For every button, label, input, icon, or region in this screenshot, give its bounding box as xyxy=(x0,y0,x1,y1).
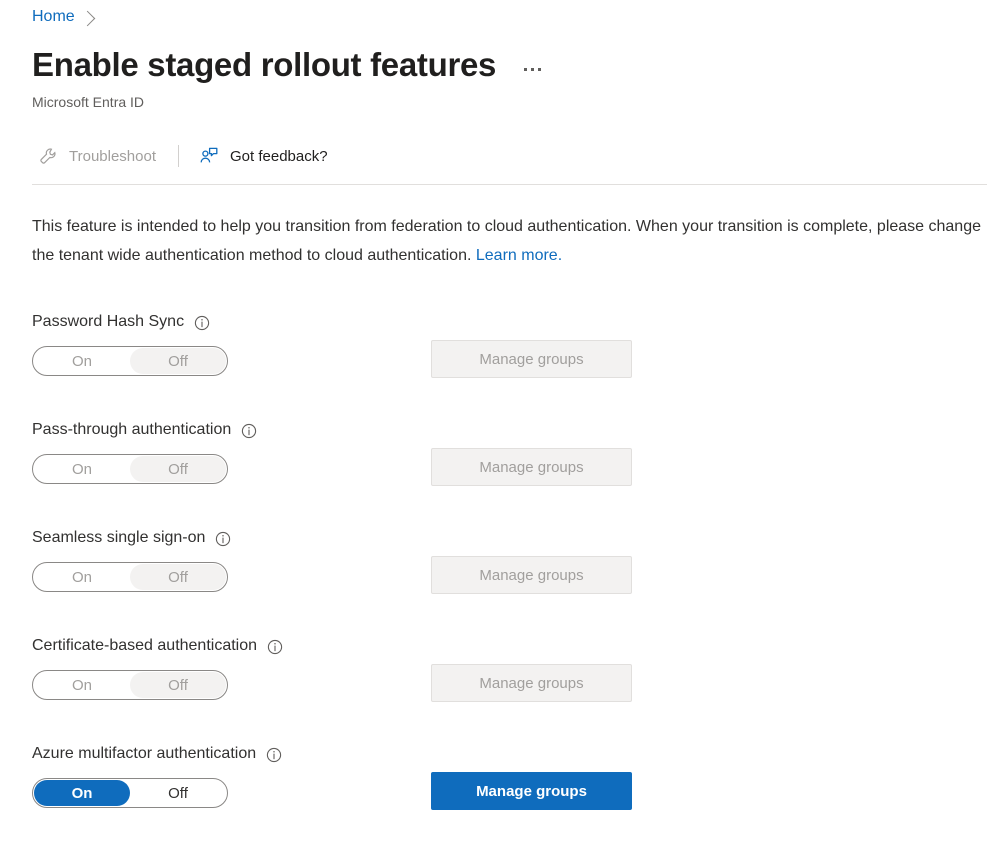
feature-toggle[interactable]: OnOff xyxy=(32,454,228,484)
feature-label: Seamless single sign-on xyxy=(32,527,732,549)
feature-row: Certificate-based authentication OnOff Man… xyxy=(32,635,732,743)
manage-groups-button: Manage groups xyxy=(431,448,632,486)
toggle-option-off[interactable]: Off xyxy=(130,780,226,806)
learn-more-link[interactable]: Learn more. xyxy=(476,247,562,264)
command-bar-divider xyxy=(32,184,987,185)
got-feedback-label: Got feedback? xyxy=(230,148,328,165)
toggle-option-off[interactable]: Off xyxy=(130,348,226,374)
breadcrumb: Home xyxy=(32,6,93,28)
info-icon[interactable] xyxy=(267,639,283,655)
toggle-option-on[interactable]: On xyxy=(34,348,130,374)
feature-row: Password Hash Sync OnOff Manage groups xyxy=(32,311,732,419)
feature-row: Pass-through authentication OnOff Manage g… xyxy=(32,419,732,527)
manage-groups-button: Manage groups xyxy=(431,340,632,378)
toggle-option-on[interactable]: On xyxy=(34,672,130,698)
ellipsis-dot xyxy=(524,68,527,71)
feature-label: Certificate-based authentication xyxy=(32,635,732,657)
feature-name: Seamless single sign-on xyxy=(32,527,205,549)
feature-label: Password Hash Sync xyxy=(32,311,732,333)
feature-name: Certificate-based authentication xyxy=(32,635,257,657)
command-bar: Troubleshoot Got feedback? xyxy=(32,136,338,176)
manage-groups-button: Manage groups xyxy=(431,556,632,594)
wrench-icon xyxy=(38,146,58,166)
toggle-option-on[interactable]: On xyxy=(34,780,130,806)
feature-name: Azure multifactor authentication xyxy=(32,743,256,765)
troubleshoot-label: Troubleshoot xyxy=(69,148,156,165)
feature-label: Pass-through authentication xyxy=(32,419,732,441)
feature-toggle[interactable]: OnOff xyxy=(32,346,228,376)
description-text: This feature is intended to help you tra… xyxy=(32,212,982,270)
toggle-option-off[interactable]: Off xyxy=(130,564,226,590)
troubleshoot-button[interactable]: Troubleshoot xyxy=(32,140,166,172)
toggle-option-on[interactable]: On xyxy=(34,564,130,590)
feature-name: Pass-through authentication xyxy=(32,419,231,441)
toggle-option-off[interactable]: Off xyxy=(130,456,226,482)
toggle-option-on[interactable]: On xyxy=(34,456,130,482)
ellipsis-dot xyxy=(531,68,534,71)
info-icon[interactable] xyxy=(266,747,282,763)
feature-label: Azure multifactor authentication xyxy=(32,743,732,765)
chevron-right-icon xyxy=(79,10,95,26)
info-icon[interactable] xyxy=(215,531,231,547)
got-feedback-button[interactable]: Got feedback? xyxy=(193,140,338,172)
feature-list: Password Hash SyncOnOffManage groupsPass… xyxy=(32,311,732,851)
feature-toggle[interactable]: OnOff xyxy=(32,778,228,808)
title-row: Enable staged rollout features xyxy=(32,44,545,86)
breadcrumb-item-home[interactable]: Home xyxy=(32,6,75,28)
ellipsis-dot xyxy=(538,68,541,71)
feature-name: Password Hash Sync xyxy=(32,311,184,333)
feature-row: Seamless single sign-on OnOff Manage group… xyxy=(32,527,732,635)
feature-toggle[interactable]: OnOff xyxy=(32,670,228,700)
feature-toggle[interactable]: OnOff xyxy=(32,562,228,592)
page-subtitle: Microsoft Entra ID xyxy=(32,92,144,112)
manage-groups-button[interactable]: Manage groups xyxy=(431,772,632,810)
manage-groups-button: Manage groups xyxy=(431,664,632,702)
info-icon[interactable] xyxy=(194,315,210,331)
toggle-option-off[interactable]: Off xyxy=(130,672,226,698)
ellipsis-icon[interactable] xyxy=(520,60,545,79)
person-feedback-icon xyxy=(199,146,219,166)
command-bar-separator xyxy=(178,145,179,167)
info-icon[interactable] xyxy=(241,423,257,439)
page-title: Enable staged rollout features xyxy=(32,44,496,86)
